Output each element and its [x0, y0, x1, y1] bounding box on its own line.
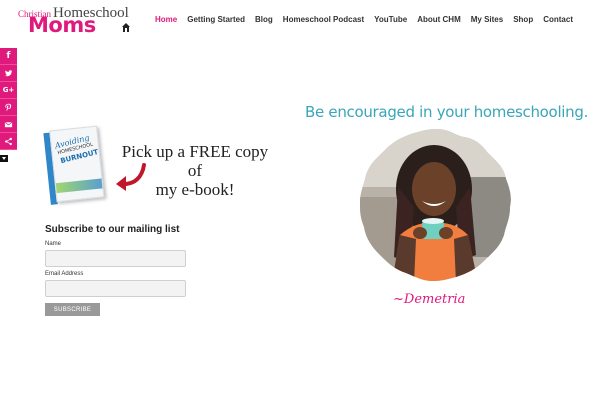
name-field-label: Name: [45, 241, 62, 247]
nav-shop[interactable]: Shop: [513, 15, 533, 24]
share-icon: [5, 137, 12, 145]
nav-homeschool-podcast[interactable]: Homeschool Podcast: [283, 15, 364, 24]
google-plus-share-button[interactable]: G+: [0, 82, 17, 99]
house-icon: [122, 23, 130, 32]
author-photo: [360, 129, 511, 281]
site-logo[interactable]: Christian Homeschool Moms: [18, 4, 146, 36]
logo-moms-text: Moms: [28, 13, 96, 37]
nav-contact[interactable]: Contact: [543, 15, 573, 24]
google-plus-icon: G+: [2, 86, 15, 94]
nav-home[interactable]: Home: [155, 15, 177, 24]
email-icon: [4, 121, 13, 127]
nav-about-chm[interactable]: About CHM: [417, 15, 461, 24]
pinterest-icon: [5, 103, 12, 111]
pinterest-share-button[interactable]: [0, 99, 17, 116]
name-input[interactable]: [45, 250, 186, 267]
subscribe-button[interactable]: SUBSCRIBE: [45, 303, 100, 316]
twitter-icon: [4, 69, 13, 76]
book-swoosh-graphic: [55, 178, 105, 194]
author-signature: ~Demetria: [393, 292, 466, 307]
nav-getting-started[interactable]: Getting Started: [187, 15, 245, 24]
social-bar-toggle[interactable]: [0, 155, 8, 162]
twitter-share-button[interactable]: [0, 65, 17, 82]
ebook-cover-image[interactable]: Avoiding HOMESCHOOL BURNOUT: [43, 125, 109, 207]
nav-my-sites[interactable]: My Sites: [471, 15, 503, 24]
book-face: Avoiding HOMESCHOOL BURNOUT: [49, 125, 105, 203]
email-share-button[interactable]: [0, 116, 17, 133]
facebook-icon: f: [6, 51, 11, 61]
more-share-button[interactable]: [0, 133, 17, 150]
subscribe-heading: Subscribe to our mailing list: [45, 224, 180, 235]
curved-arrow-icon: [116, 163, 146, 191]
email-input[interactable]: [45, 280, 186, 297]
email-field-label: Email Address: [45, 271, 84, 277]
main-nav: Home Getting Started Blog Homeschool Pod…: [155, 15, 573, 24]
nav-youtube[interactable]: YouTube: [374, 15, 407, 24]
social-share-bar: f G+: [0, 48, 17, 150]
nav-blog[interactable]: Blog: [255, 15, 273, 24]
facebook-share-button[interactable]: f: [0, 48, 17, 65]
hero-tagline: Be encouraged in your homeschooling.: [305, 103, 589, 121]
